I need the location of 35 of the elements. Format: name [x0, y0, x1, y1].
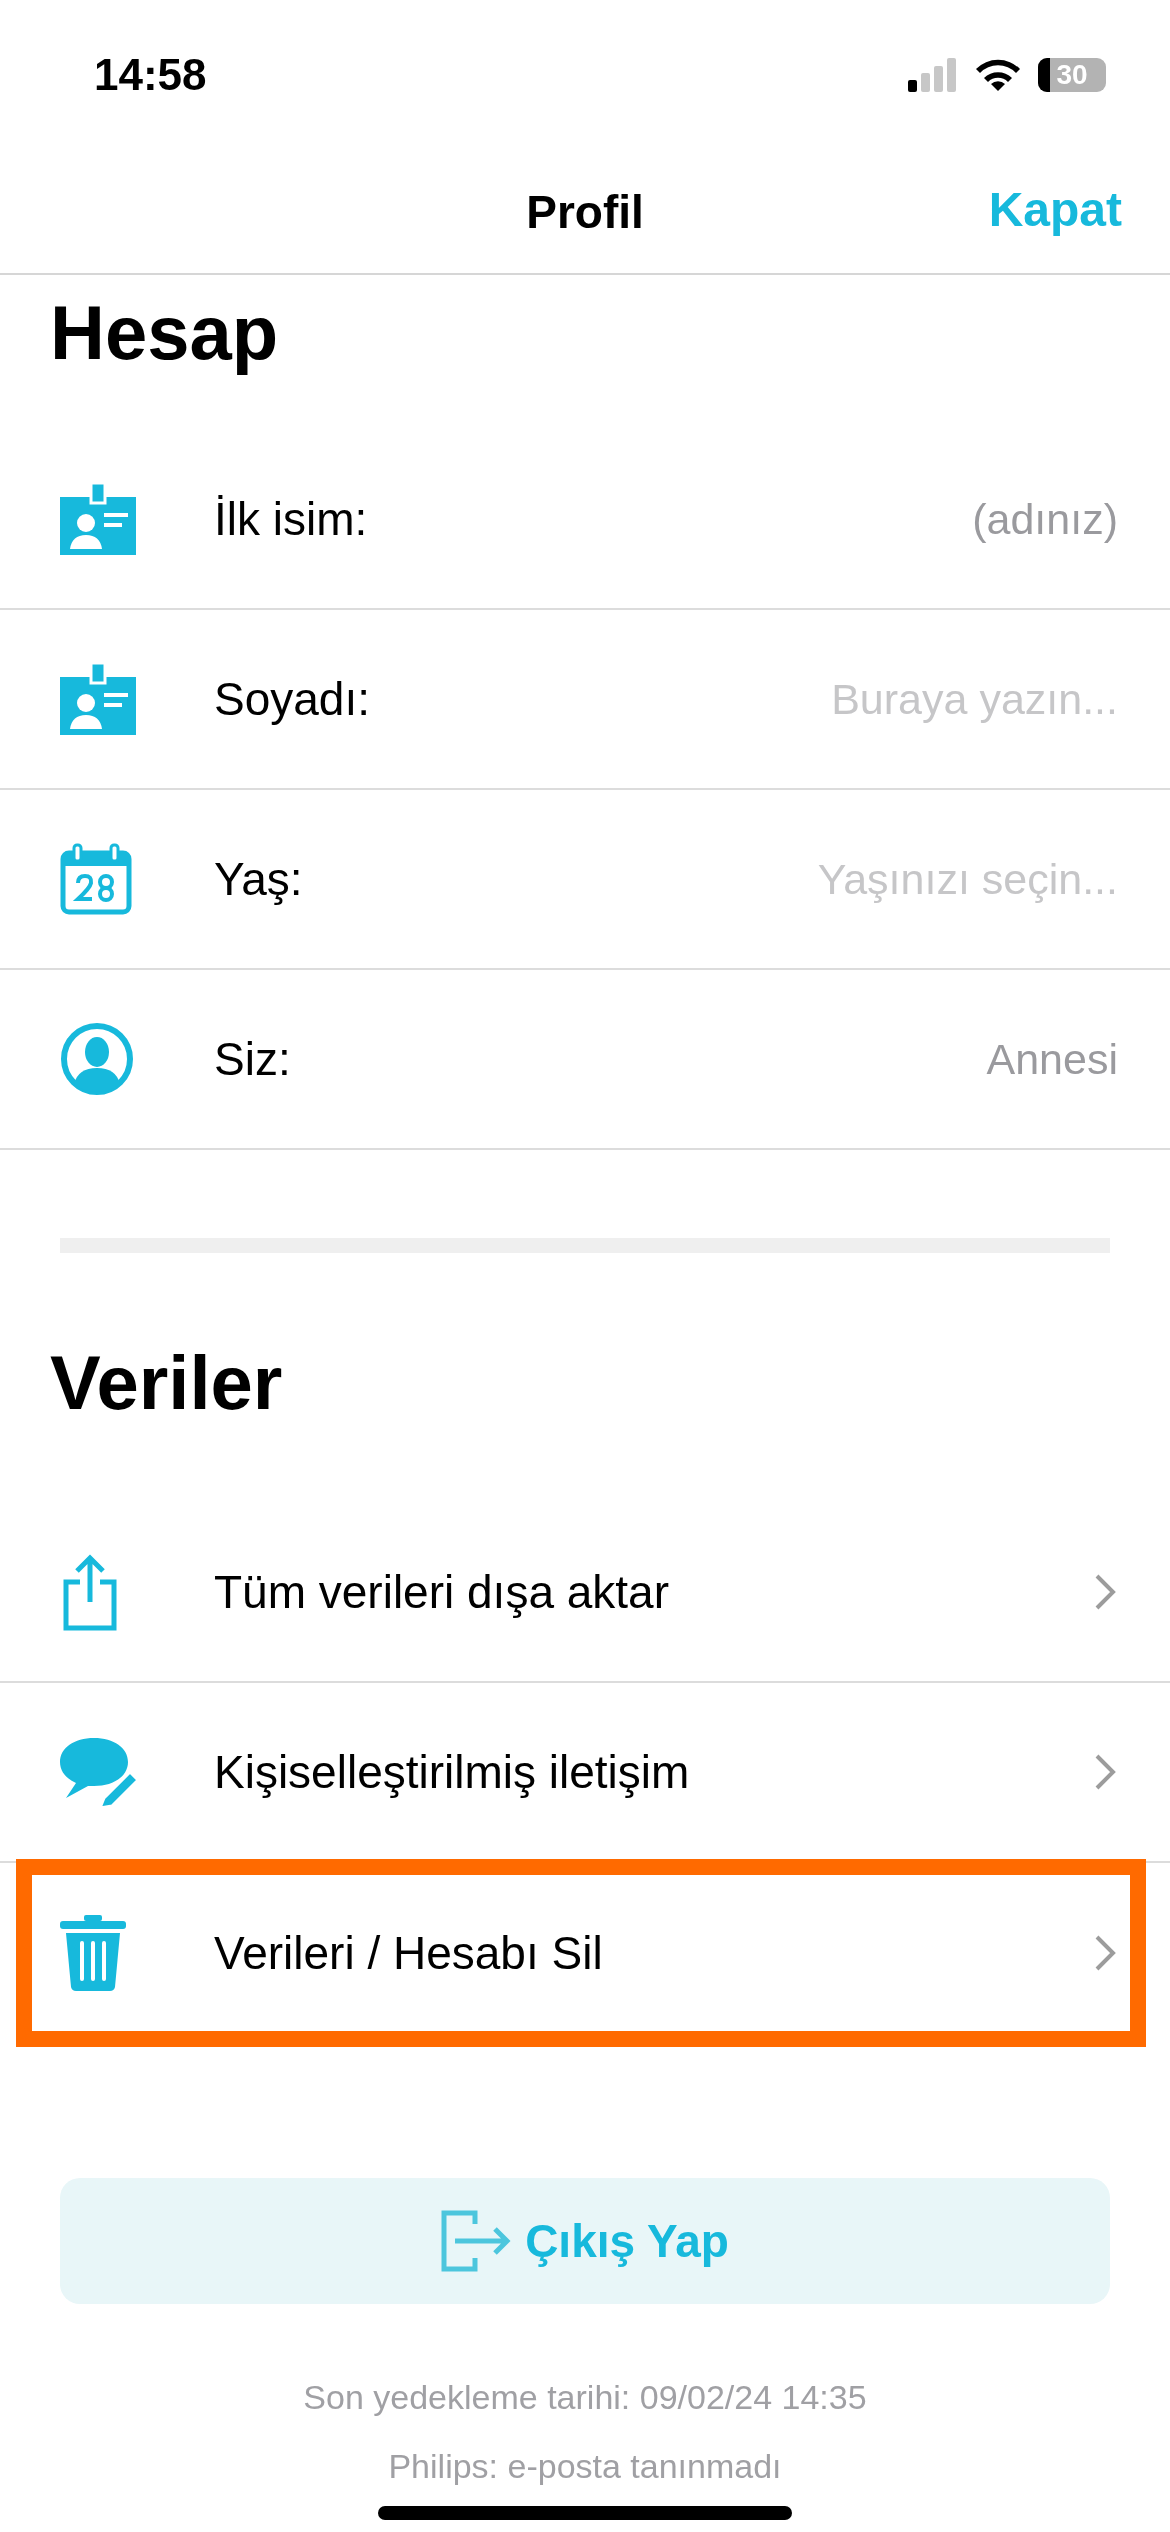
trash-icon [60, 1915, 126, 1991]
settings-row[interactable]: Verileri / Hesabı Sil [20, 1863, 1142, 2043]
status-time: 14:58 [94, 50, 207, 100]
field-placeholder: Buraya yazın... [831, 674, 1118, 724]
row-label: Tüm verileri dışa aktar [214, 1565, 670, 1619]
row-label: Soyadı: [214, 672, 371, 726]
calendar-icon [60, 843, 132, 915]
row-label: Yaş: [214, 852, 304, 906]
id-card-icon [60, 663, 136, 735]
field-placeholder: Yaşınızı seçin... [817, 854, 1118, 904]
chevron-icon [1094, 1753, 1116, 1791]
row-label: Siz: [214, 1032, 292, 1086]
settings-row[interactable]: Yaş: Yaşınızı seçin... [0, 790, 1170, 970]
row-label: Verileri / Hesabı Sil [214, 1926, 604, 1980]
section-heading: Hesap [49, 289, 280, 377]
row-label: Kişiselleştirilmiş iletişim [214, 1745, 691, 1799]
id-card-icon [60, 483, 136, 555]
field-value: (adınız) [972, 494, 1118, 544]
battery-icon: 30 [1038, 58, 1106, 92]
chevron-icon [1094, 1934, 1116, 1972]
settings-row[interactable]: Siz: Annesi [0, 970, 1170, 1150]
chevron-icon [1094, 1573, 1116, 1611]
settings-row[interactable]: Soyadı: Buraya yazın... [0, 610, 1170, 790]
screen-title: Profil [526, 184, 644, 239]
field-value: Annesi [986, 1034, 1118, 1084]
settings-row[interactable]: İlk isim: (adınız) [0, 430, 1170, 610]
section-heading: Veriler [49, 1339, 284, 1427]
footer-note: Philips: e-posta tanınmadı [387, 2447, 783, 2486]
wifi-icon [974, 57, 1022, 93]
user-avatar-icon [60, 1022, 134, 1096]
settings-row[interactable]: Tüm verileri dışa aktar [0, 1503, 1170, 1683]
footer-note: Son yedekleme tarihi: 09/02/24 14:35 [302, 2378, 868, 2417]
row-label: İlk isim: [214, 492, 369, 546]
settings-row[interactable]: Kişiselleştirilmiş iletişim [0, 1683, 1170, 1863]
signal-icon [908, 58, 958, 92]
